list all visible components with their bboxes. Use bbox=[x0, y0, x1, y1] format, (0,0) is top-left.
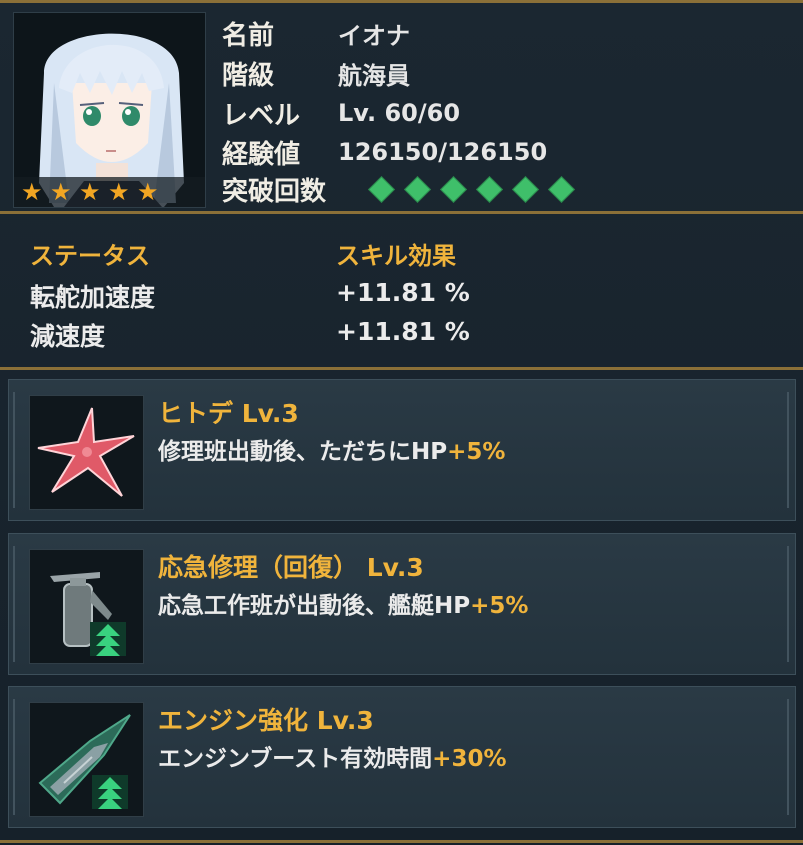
card-edge bbox=[787, 392, 789, 508]
name-value: イオナ bbox=[338, 21, 410, 50]
skill-description: 応急工作班が出動後、艦艇HP+5% bbox=[158, 586, 528, 620]
status-header: ステータス bbox=[30, 242, 150, 270]
level-value: Lv. 60/60 bbox=[338, 99, 461, 127]
skill-bonus: +30% bbox=[432, 746, 507, 772]
info-row-level: レベル Lv. 60/60 bbox=[222, 95, 460, 131]
breakthrough-gem-icon bbox=[548, 175, 575, 203]
skill-name: 応急修理（回復） Lv.3 bbox=[158, 553, 424, 582]
skill-description-text: 修理班出動後、ただちにHP bbox=[158, 439, 448, 465]
card-edge bbox=[787, 699, 789, 815]
star-icon: ★ bbox=[50, 178, 72, 206]
star-icon: ★ bbox=[21, 178, 43, 206]
breakthrough-gem-icon bbox=[476, 175, 503, 203]
star-icon: ★ bbox=[108, 178, 130, 206]
skill-effect-header: スキル効果 bbox=[336, 242, 456, 270]
exp-label: 経験値 bbox=[222, 139, 301, 170]
status-section: ステータス スキル効果 転舵加速度 +11.81 % 減速度 +11.81 % bbox=[0, 216, 803, 366]
skill-description: 修理班出動後、ただちにHP+5% bbox=[158, 432, 505, 466]
starfish-icon bbox=[29, 395, 144, 510]
info-row-breakthrough: 突破回数 bbox=[222, 171, 575, 207]
info-row-name: 名前 イオナ bbox=[222, 15, 410, 51]
character-detail-panel: ★ ★ ★ ★ ★ 名前 イオナ 階級 航海員 レベル Lv. 60/60 経験… bbox=[0, 0, 803, 845]
level-label: レベル bbox=[222, 100, 301, 131]
star-icon: ★ bbox=[79, 178, 101, 206]
bottom-divider bbox=[0, 840, 803, 843]
status-label-decel: 減速度 bbox=[30, 322, 106, 351]
rank-label: 階級 bbox=[222, 60, 275, 91]
status-label-turn-accel: 転舵加速度 bbox=[30, 283, 156, 312]
info-row-exp: 経験値 126150/126150 bbox=[222, 134, 547, 170]
rank-value: 航海員 bbox=[338, 61, 410, 90]
breakthrough-gem-icon bbox=[404, 175, 431, 203]
profile-section: ★ ★ ★ ★ ★ 名前 イオナ 階級 航海員 レベル Lv. 60/60 経験… bbox=[0, 3, 803, 210]
skill-bonus: +5% bbox=[447, 439, 506, 465]
card-edge bbox=[13, 546, 15, 662]
breakthrough-gem-icon bbox=[368, 175, 395, 203]
star-icon: ★ bbox=[137, 178, 159, 206]
name-label: 名前 bbox=[222, 20, 275, 51]
breakthrough-gems bbox=[368, 175, 575, 203]
fire-extinguisher-icon bbox=[29, 549, 144, 664]
skill-bonus: +5% bbox=[470, 593, 529, 619]
character-portrait[interactable]: ★ ★ ★ ★ ★ bbox=[13, 12, 206, 208]
info-row-rank: 階級 航海員 bbox=[222, 55, 410, 91]
skill-description: エンジンブースト有効時間+30% bbox=[158, 739, 507, 773]
breakthrough-gem-icon bbox=[512, 175, 539, 203]
status-divider bbox=[0, 367, 803, 370]
skill-card-emergency-repair[interactable]: 応急修理（回復） Lv.3 応急工作班が出動後、艦艇HP+5% bbox=[8, 533, 796, 675]
star-rating: ★ ★ ★ ★ ★ bbox=[14, 177, 205, 207]
skill-name: ヒトデ Lv.3 bbox=[158, 399, 299, 428]
skill-description-text: 応急工作班が出動後、艦艇HP bbox=[158, 593, 471, 619]
ship-boost-icon bbox=[29, 702, 144, 817]
card-edge bbox=[13, 699, 15, 815]
skill-card-starfish[interactable]: ヒトデ Lv.3 修理班出動後、ただちにHP+5% bbox=[8, 379, 796, 521]
exp-value: 126150/126150 bbox=[338, 138, 548, 166]
skill-description-text: エンジンブースト有効時間 bbox=[158, 746, 433, 772]
breakthrough-gem-icon bbox=[440, 175, 467, 203]
breakthrough-label: 突破回数 bbox=[222, 176, 327, 207]
skill-name: エンジン強化 Lv.3 bbox=[158, 706, 374, 735]
skill-card-engine-boost[interactable]: エンジン強化 Lv.3 エンジンブースト有効時間+30% bbox=[8, 686, 796, 828]
status-value-turn-accel: +11.81 % bbox=[336, 278, 470, 307]
status-value-decel: +11.81 % bbox=[336, 317, 470, 346]
card-edge bbox=[787, 546, 789, 662]
card-edge bbox=[13, 392, 15, 508]
profile-divider bbox=[0, 211, 803, 214]
